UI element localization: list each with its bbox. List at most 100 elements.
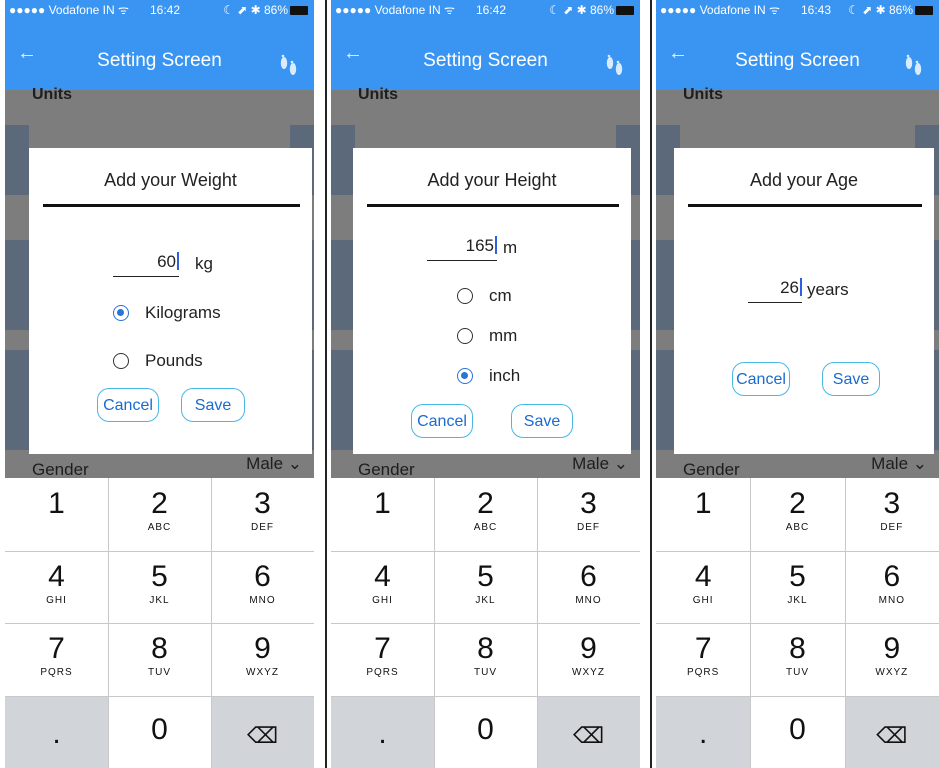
key-letters: WXYZ bbox=[246, 667, 279, 678]
key-6[interactable]: 6 MNO bbox=[211, 550, 314, 623]
key-8[interactable]: 8 TUV bbox=[434, 623, 537, 696]
decimal-key[interactable]: . bbox=[5, 695, 108, 768]
key-2[interactable]: 2 ABC bbox=[750, 478, 845, 551]
value-input[interactable]: 60 bbox=[113, 252, 179, 277]
save-button[interactable]: Save bbox=[511, 404, 573, 438]
footprints-icon[interactable] bbox=[903, 54, 925, 80]
key-letters: WXYZ bbox=[572, 667, 605, 678]
gender-select[interactable]: Male ⌄ bbox=[246, 454, 302, 474]
key-2[interactable]: 2 ABC bbox=[108, 478, 211, 551]
numeric-keypad: 1 2 ABC 3 DEF 4 GHI 5 JKL 6 MNO 7 PQRS 8 TUV 9 WXYZ. 0 ⌫ bbox=[331, 478, 640, 768]
background-row-edge bbox=[5, 125, 29, 195]
key-6[interactable]: 6 MNO bbox=[537, 550, 640, 623]
radio-option[interactable]: inch bbox=[457, 366, 520, 386]
key-5[interactable]: 5 JKL bbox=[750, 550, 845, 623]
key-3[interactable]: 3 DEF bbox=[537, 478, 640, 551]
key-8[interactable]: 8 TUV bbox=[750, 623, 845, 696]
navigation-bar: ← Setting Screen bbox=[5, 20, 314, 90]
key-letters: TUV bbox=[148, 667, 171, 678]
key-0[interactable]: 0 bbox=[750, 695, 845, 768]
key-3[interactable]: 3 DEF bbox=[211, 478, 314, 551]
key-9[interactable]: 9 WXYZ bbox=[844, 623, 939, 696]
key-5[interactable]: 5 JKL bbox=[434, 550, 537, 623]
key-1[interactable]: 1 bbox=[5, 478, 108, 551]
value-text: 26 bbox=[780, 278, 799, 297]
radio-label: inch bbox=[489, 366, 521, 385]
delete-key[interactable]: ⌫ bbox=[537, 695, 640, 768]
key-5[interactable]: 5 JKL bbox=[108, 550, 211, 623]
key-digit: 8 bbox=[151, 632, 168, 665]
key-8[interactable]: 8 TUV bbox=[108, 623, 211, 696]
key-9[interactable]: 9 WXYZ bbox=[211, 623, 314, 696]
keypad-divider bbox=[656, 550, 939, 552]
key-letters: ABC bbox=[147, 522, 172, 533]
key-digit: 3 bbox=[254, 487, 271, 520]
key-7[interactable]: 7 PQRS bbox=[331, 623, 434, 696]
delete-key[interactable]: ⌫ bbox=[844, 695, 939, 768]
keypad-divider bbox=[5, 695, 314, 697]
key-0[interactable]: 0 bbox=[434, 695, 537, 768]
gender-label: Gender bbox=[683, 460, 740, 479]
key-digit: 9 bbox=[254, 632, 271, 665]
gender-select[interactable]: Male ⌄ bbox=[572, 454, 628, 474]
key-letters: PQRS bbox=[40, 667, 73, 678]
key-2[interactable]: 2 ABC bbox=[434, 478, 537, 551]
value-input[interactable]: 165 bbox=[427, 236, 497, 261]
key-digit: 5 bbox=[477, 559, 494, 593]
key-digit: 1 bbox=[694, 487, 712, 520]
key-letters: JKL bbox=[475, 594, 496, 606]
phone-screen: ●●●●● Vodafone IN ᯤ 16:43 ☾ ⬈ ✱ 86% ← Settin… bbox=[656, 0, 939, 768]
save-button[interactable]: Save bbox=[181, 388, 245, 422]
key-9[interactable]: 9 WXYZ bbox=[537, 623, 640, 696]
key-letters: GHI bbox=[46, 594, 67, 606]
radio-option[interactable]: Pounds bbox=[113, 351, 203, 371]
key-digit: 7 bbox=[48, 632, 65, 665]
cancel-button[interactable]: Cancel bbox=[732, 362, 790, 396]
footprints-icon[interactable] bbox=[604, 54, 626, 80]
radio-circle-icon bbox=[113, 353, 129, 369]
dialog-divider bbox=[43, 204, 300, 207]
key-digit: 2 bbox=[151, 487, 168, 520]
footprints-icon[interactable] bbox=[278, 54, 300, 80]
radio-label: Pounds bbox=[145, 351, 203, 370]
key-4[interactable]: 4 GHI bbox=[656, 550, 751, 623]
radio-option[interactable]: Kilograms bbox=[113, 303, 221, 323]
background-row-edge bbox=[331, 125, 355, 195]
save-button[interactable]: Save bbox=[822, 362, 880, 396]
radio-option[interactable]: mm bbox=[457, 326, 517, 346]
keypad-divider bbox=[331, 623, 640, 624]
delete-key[interactable]: ⌫ bbox=[211, 695, 314, 768]
decimal-key[interactable]: . bbox=[331, 695, 434, 768]
cancel-button[interactable]: Cancel bbox=[97, 388, 159, 422]
key-4[interactable]: 4 GHI bbox=[331, 550, 434, 623]
radio-option[interactable]: cm bbox=[457, 286, 512, 306]
key-letters: ABC bbox=[473, 522, 498, 533]
key-7[interactable]: 7 PQRS bbox=[656, 623, 751, 696]
key-digit: 4 bbox=[694, 559, 712, 593]
key-digit: 3 bbox=[883, 487, 901, 520]
cancel-button[interactable]: Cancel bbox=[411, 404, 473, 438]
radio-label: Kilograms bbox=[145, 303, 221, 322]
key-0[interactable]: 0 bbox=[108, 695, 211, 768]
battery-icon bbox=[290, 6, 308, 15]
status-indicators: ☾ ⬈ ✱ 86% bbox=[549, 0, 634, 20]
key-letters: PQRS bbox=[366, 667, 399, 678]
key-1[interactable]: 1 bbox=[656, 478, 751, 551]
page-title: Setting Screen bbox=[735, 50, 860, 71]
key-digit: 5 bbox=[151, 559, 168, 593]
input-dialog: Add your Height 165 m cm mm inch Cancel Save bbox=[353, 148, 631, 454]
status-bar: ●●●●● Vodafone IN ᯤ 16:42 ☾ ⬈ ✱ 86% bbox=[5, 0, 314, 20]
screen-separator bbox=[650, 0, 652, 768]
key-4[interactable]: 4 GHI bbox=[5, 550, 108, 623]
gender-select[interactable]: Male ⌄ bbox=[871, 454, 927, 474]
key-1[interactable]: 1 bbox=[331, 478, 434, 551]
key-6[interactable]: 6 MNO bbox=[844, 550, 939, 623]
value-input[interactable]: 26 bbox=[748, 278, 802, 303]
key-3[interactable]: 3 DEF bbox=[844, 478, 939, 551]
phone-screen: ●●●●● Vodafone IN ᯤ 16:42 ☾ ⬈ ✱ 86% ← Settin… bbox=[331, 0, 640, 768]
key-digit: 8 bbox=[789, 632, 806, 665]
key-digit: 7 bbox=[694, 632, 712, 665]
key-7[interactable]: 7 PQRS bbox=[5, 623, 108, 696]
decimal-key[interactable]: . bbox=[656, 695, 751, 768]
dialog-title: Add your Height bbox=[427, 170, 557, 190]
